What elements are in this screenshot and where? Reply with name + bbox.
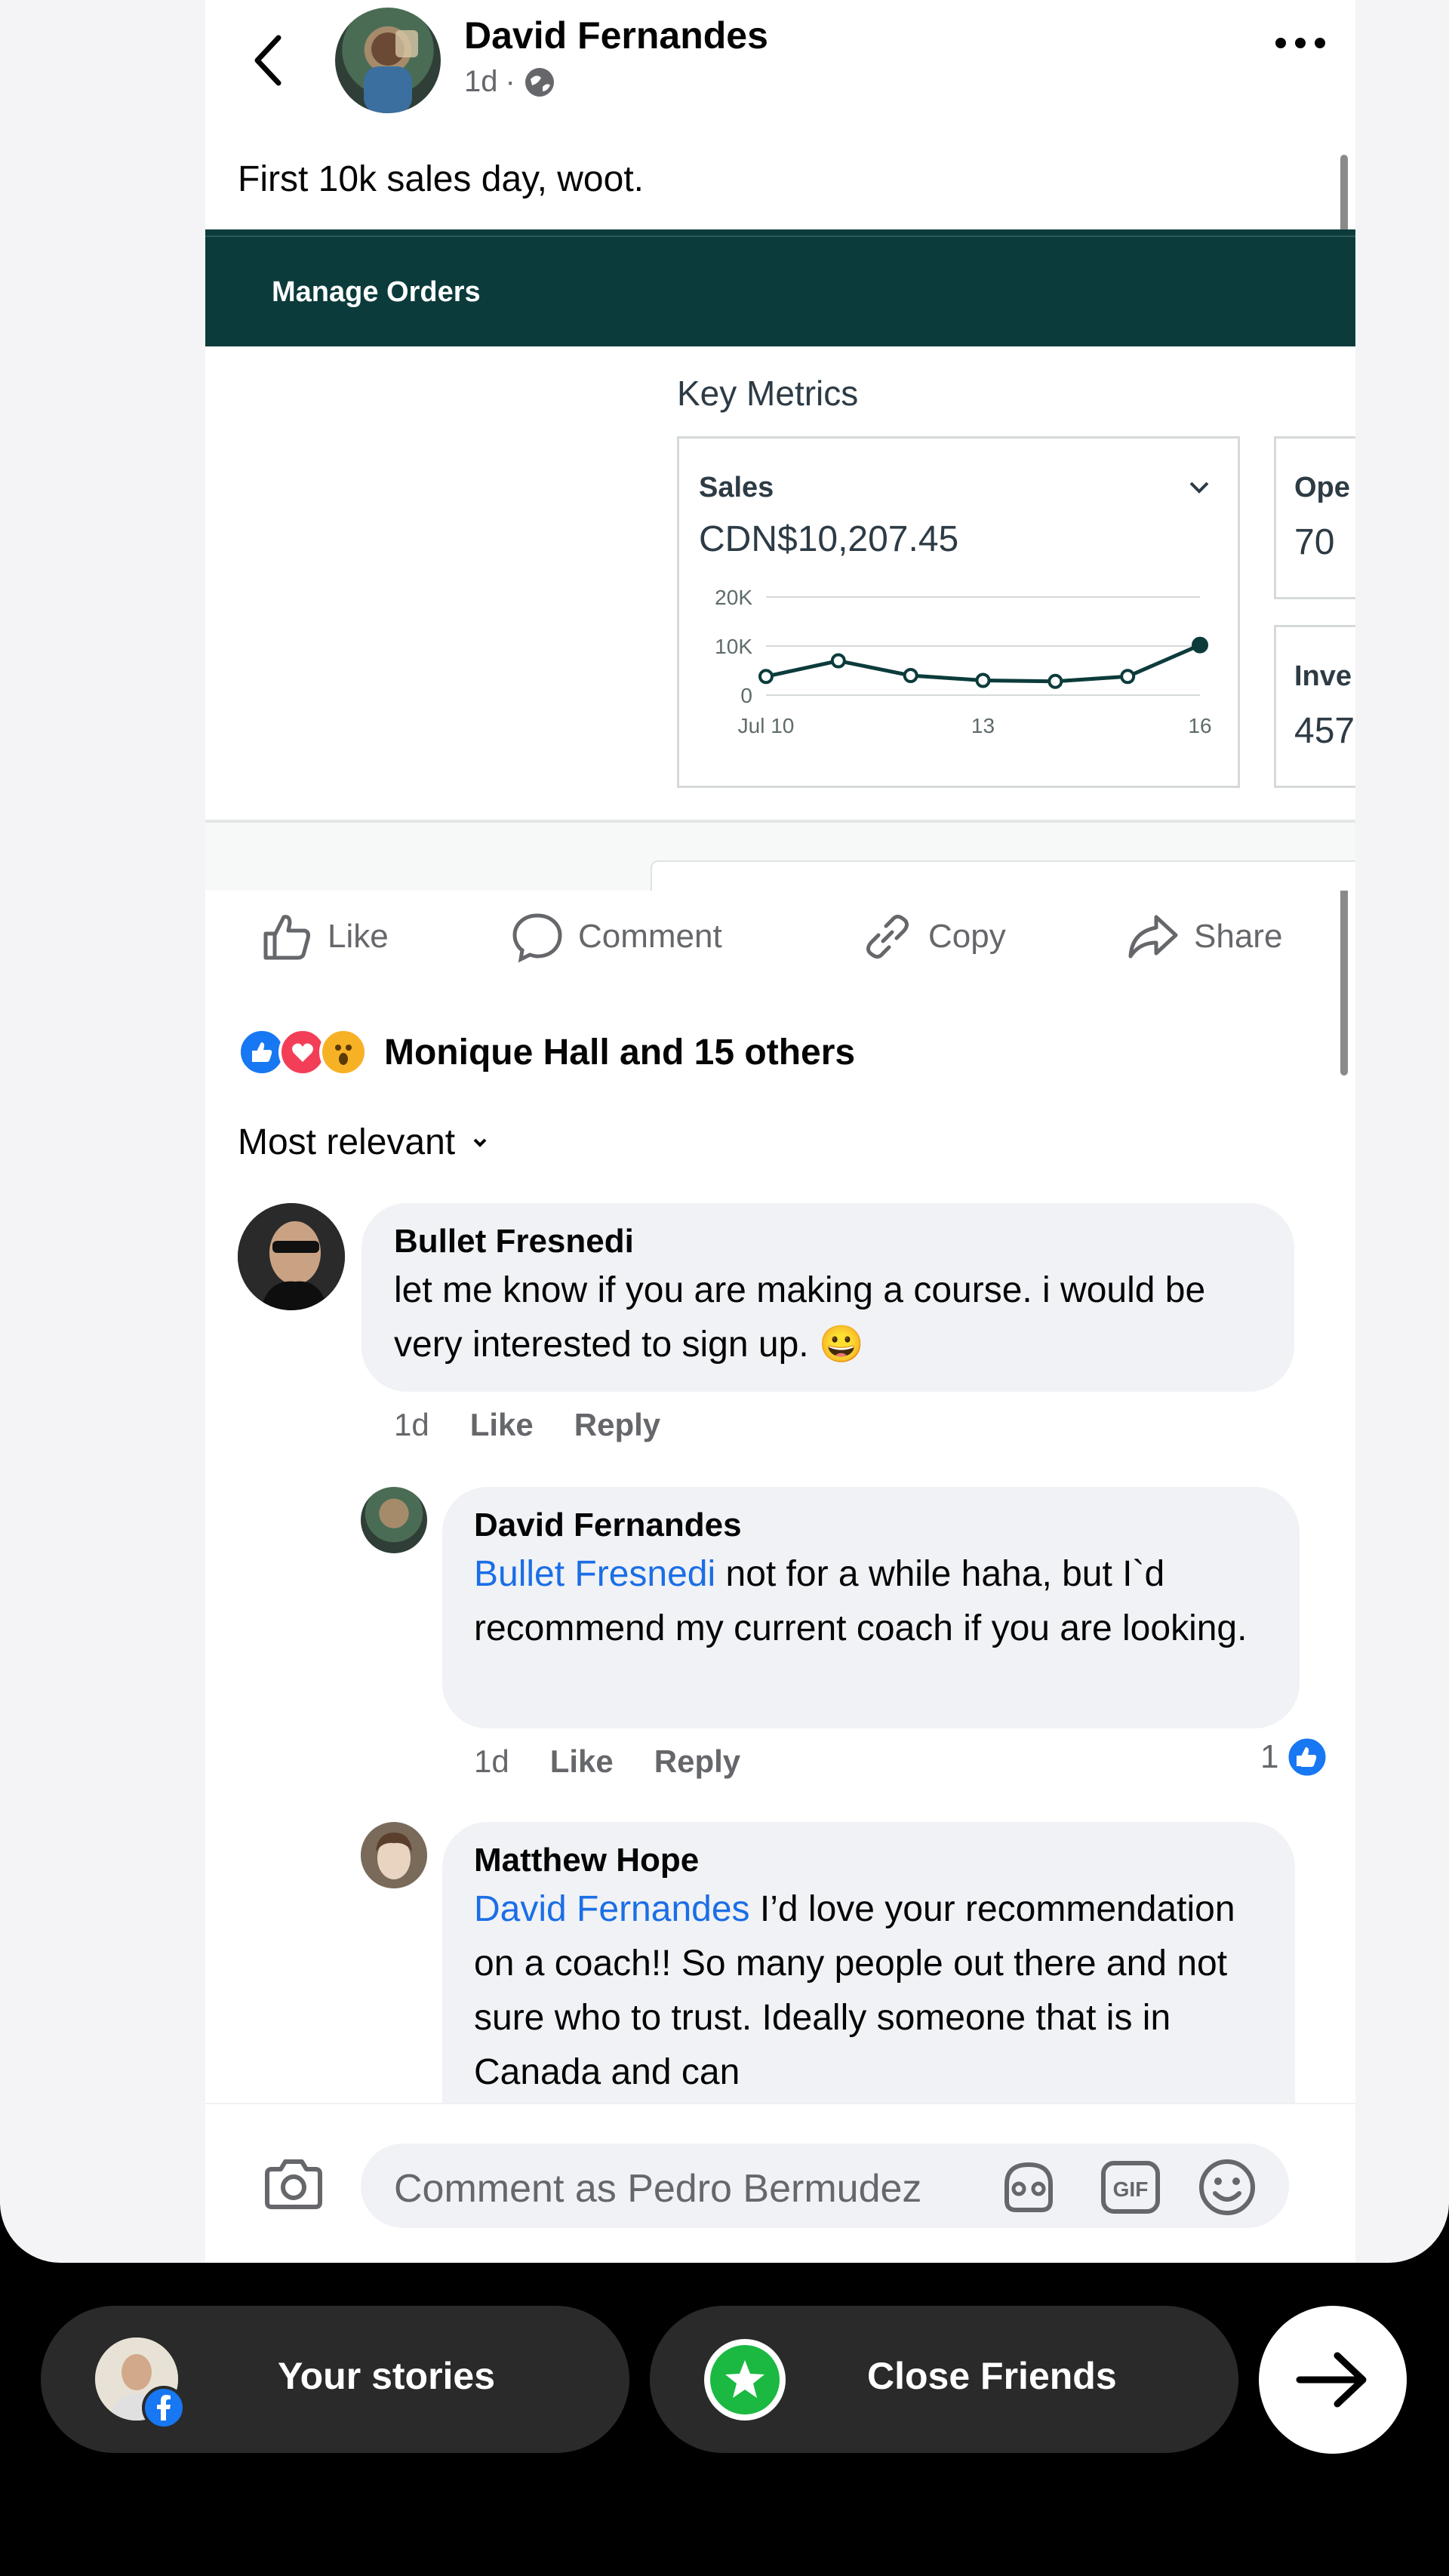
reply-like-count[interactable]: 1: [1260, 1736, 1328, 1778]
side-metric-value-1: 70: [1294, 522, 1335, 562]
post-meta: 1d ·: [464, 65, 556, 99]
data-point: [1048, 673, 1063, 689]
x-tick-label: 13: [971, 714, 995, 737]
comment-icon: [512, 913, 562, 963]
reply-bubble[interactable]: David Fernandes Bullet Fresnedi not for …: [442, 1487, 1300, 1728]
reply-avatar[interactable]: [361, 1822, 427, 1888]
next-button[interactable]: [1259, 2306, 1407, 2454]
commenter-avatar[interactable]: [238, 1203, 345, 1310]
post-author-name[interactable]: David Fernandes: [464, 14, 768, 57]
comment-meta: 1d Like Reply: [394, 1407, 660, 1443]
link-icon: [866, 914, 909, 959]
reply-avatar[interactable]: [361, 1487, 427, 1553]
author-avatar[interactable]: [335, 8, 441, 113]
your-stories-label: Your stories: [278, 2355, 496, 2397]
reactions-summary[interactable]: Monique Hall and 15 others: [238, 1028, 855, 1076]
reply-text: David Fernandes I’d love your recommenda…: [474, 1889, 1235, 2092]
post-actions-bar: Like Comment Copy Share: [205, 909, 1355, 985]
share-label: Share: [1194, 918, 1283, 955]
like-reaction-icon: [1286, 1736, 1328, 1778]
x-tick-label: Jul 10: [738, 714, 795, 737]
chevron-down-icon: [1189, 482, 1209, 494]
reply-author[interactable]: David Fernandes: [474, 1507, 742, 1544]
sales-metric-card: Sales CDN$10,207.45 20K 10K 0 Jul 10 13 16: [677, 436, 1240, 788]
y-tick-label: 20K: [715, 586, 752, 609]
sales-value: CDN$10,207.45: [699, 519, 959, 559]
comment-bubble[interactable]: Bullet Fresnedi let me know if you are m…: [361, 1203, 1294, 1392]
side-metric-label-1: Ope: [1294, 472, 1350, 503]
post-text: First 10k sales day, woot.: [238, 159, 644, 199]
post-card: David Fernandes 1d · First 10k sales day…: [205, 0, 1355, 2263]
data-point: [758, 669, 774, 685]
key-metrics-title: Key Metrics: [677, 374, 859, 413]
comment-author[interactable]: Bullet Fresnedi: [394, 1223, 634, 1260]
arrow-right-icon: [1296, 2352, 1367, 2408]
emoji-icon[interactable]: [1197, 2157, 1257, 2217]
close-friends-label: Close Friends: [867, 2355, 1117, 2397]
reply-reply-button[interactable]: Reply: [654, 1743, 740, 1780]
camera-icon[interactable]: [260, 2151, 328, 2219]
comment-time: 1d: [394, 1407, 429, 1442]
comment-input[interactable]: Comment as Pedro Bermudez GIF: [361, 2144, 1289, 2228]
reply-time: 1d: [474, 1743, 509, 1779]
avatar-sticker-icon[interactable]: [996, 2159, 1061, 2216]
data-point: [830, 653, 846, 669]
reply-meta: 1d Like Reply: [474, 1743, 740, 1780]
comment-reply-button[interactable]: Reply: [574, 1407, 660, 1443]
side-metric-value-2: 457: [1294, 711, 1355, 751]
reply-mention[interactable]: David Fernandes: [474, 1889, 750, 1929]
gif-icon[interactable]: GIF: [1100, 2159, 1161, 2216]
sort-label: Most relevant: [238, 1122, 456, 1162]
meta-dot: ·: [505, 65, 515, 98]
comment-text: let me know if you are making a course. …: [394, 1270, 1206, 1365]
facebook-badge-icon: [142, 2386, 186, 2430]
data-point: [975, 672, 991, 688]
back-arrow-icon[interactable]: [247, 30, 292, 91]
comment-button[interactable]: Comment: [510, 909, 722, 964]
y-tick-label: 10K: [715, 635, 752, 658]
reactions-text: Monique Hall and 15 others: [384, 1032, 856, 1073]
your-stories-button[interactable]: Your stories: [41, 2306, 629, 2453]
svg-text:GIF: GIF: [1113, 2177, 1149, 2201]
sales-label: Sales: [699, 472, 774, 503]
comment-input-placeholder: Comment as Pedro Bermudez: [394, 2167, 922, 2211]
share-icon: [1128, 915, 1178, 959]
comment-sort-dropdown[interactable]: Most relevant: [238, 1122, 490, 1163]
side-metric-card-2: Inve 457: [1274, 625, 1355, 788]
post-image[interactable]: Manage Orders Key Metrics Sales CDN$10,2…: [205, 229, 1355, 891]
comment-like-button[interactable]: Like: [470, 1407, 534, 1443]
wow-reaction-icon: [319, 1028, 368, 1076]
orders-header-bar: Manage Orders: [205, 229, 1355, 346]
globe-icon: [525, 67, 554, 97]
thumbs-up-icon: [263, 915, 310, 960]
chevron-down-icon: [473, 1138, 487, 1147]
data-point: [1192, 636, 1208, 654]
like-label: Like: [328, 918, 389, 955]
close-friends-button[interactable]: Close Friends: [650, 2306, 1238, 2453]
close-friends-star-icon: [704, 2339, 786, 2421]
share-button[interactable]: Share: [1126, 909, 1282, 964]
side-metric-card-1: Ope 70: [1274, 436, 1355, 599]
manage-orders-label: Manage Orders: [272, 276, 481, 308]
y-tick-label: 0: [740, 684, 752, 707]
more-options-icon[interactable]: [1275, 38, 1325, 48]
copy-label: Copy: [928, 918, 1006, 955]
reply-text: Bullet Fresnedi not for a while haha, bu…: [474, 1554, 1247, 1648]
comment-label: Comment: [578, 918, 722, 955]
reply-author[interactable]: Matthew Hope: [474, 1842, 699, 1879]
data-point: [903, 668, 918, 683]
like-button[interactable]: Like: [260, 909, 389, 964]
side-metric-label-2: Inve: [1294, 660, 1352, 692]
sales-line-chart: 20K 10K 0 Jul 10 13 16: [715, 586, 1211, 737]
post-time[interactable]: 1d: [464, 65, 498, 99]
reply-mention[interactable]: Bullet Fresnedi: [474, 1554, 715, 1594]
reply-like-button[interactable]: Like: [550, 1743, 614, 1780]
data-point: [1120, 669, 1136, 685]
x-tick-label: 16: [1188, 714, 1211, 737]
copy-button[interactable]: Copy: [860, 909, 1006, 964]
